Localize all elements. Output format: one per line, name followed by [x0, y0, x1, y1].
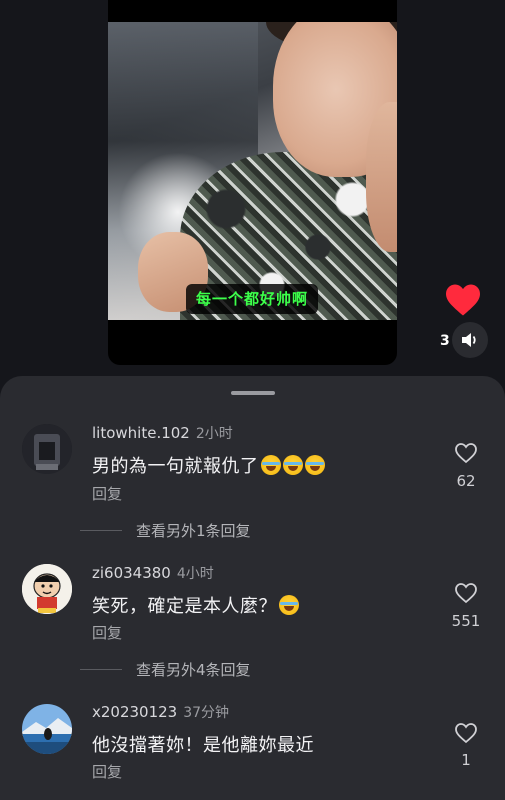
video-caption: 每一个都好帅啊: [186, 284, 319, 314]
comment-text: 男的為一句就報仇了: [92, 452, 325, 478]
laughing-tears-emoji-icon: [282, 455, 303, 475]
comment-text: 他沒擋著妳！是他離妳最近: [92, 735, 314, 756]
comment-text-body: 笑死，確定是本人麼？: [92, 596, 277, 617]
reply-button[interactable]: 回复: [92, 483, 122, 504]
comment-header: x20230123 37分钟: [92, 702, 229, 722]
sound-button[interactable]: [452, 322, 488, 358]
heart-filled-icon[interactable]: [444, 283, 482, 317]
comment-username[interactable]: zi6034380: [92, 564, 171, 582]
view-more-replies[interactable]: 查看另外1条回复: [80, 520, 251, 541]
comments-sheet: litowhite.102 2小时 男的為一句就報仇了 回复 62 查看另外1条回…: [0, 376, 505, 800]
heart-outline-icon[interactable]: [454, 582, 478, 604]
avatar[interactable]: [22, 564, 72, 614]
laughing-tears-emoji-icon: [304, 455, 325, 475]
video-like-count: 3: [440, 333, 450, 349]
heart-outline-icon[interactable]: [454, 442, 478, 464]
view-more-divider: [80, 669, 122, 670]
comment-text: 笑死，確定是本人麼？: [92, 592, 299, 618]
sheet-drag-handle[interactable]: [231, 391, 275, 395]
avatar[interactable]: [22, 704, 72, 754]
video-area: 每一个都好帅啊 3: [0, 0, 505, 378]
avatar[interactable]: [22, 424, 72, 474]
view-more-divider: [80, 530, 122, 531]
video-frame[interactable]: 每一个都好帅啊: [108, 22, 397, 320]
avatar-image: [22, 424, 72, 474]
comment-username[interactable]: litowhite.102: [92, 424, 190, 442]
comment-text-body: 男的為一句就報仇了: [92, 456, 259, 477]
laughing-tears-emoji-icon: [260, 455, 281, 475]
heart-outline-icon[interactable]: [454, 722, 478, 744]
view-more-label[interactable]: 查看另外4条回复: [136, 659, 251, 680]
laughing-tears-emoji-icon: [279, 595, 299, 615]
avatar-image: [22, 564, 72, 614]
comment-like-count: 1: [461, 751, 471, 769]
comment-username[interactable]: x20230123: [92, 703, 177, 721]
reply-button[interactable]: 回复: [92, 761, 122, 782]
comment-time: 2小时: [195, 426, 233, 442]
reply-button[interactable]: 回复: [92, 622, 122, 643]
view-more-replies[interactable]: 查看另外4条回复: [80, 659, 251, 680]
avatar-image: [22, 704, 72, 754]
comment-header: litowhite.102 2小时: [92, 423, 233, 443]
comment-time: 4小时: [176, 566, 214, 582]
view-more-label[interactable]: 查看另外1条回复: [136, 520, 251, 541]
comment-like-count: 62: [456, 472, 476, 490]
speaker-icon: [462, 333, 476, 347]
comment-like-count: 551: [451, 612, 481, 630]
video-player[interactable]: 每一个都好帅啊: [108, 0, 397, 365]
video-person-hand: [366, 102, 397, 252]
comment-header: zi6034380 4小时: [92, 563, 214, 583]
comment-time: 37分钟: [183, 705, 230, 721]
